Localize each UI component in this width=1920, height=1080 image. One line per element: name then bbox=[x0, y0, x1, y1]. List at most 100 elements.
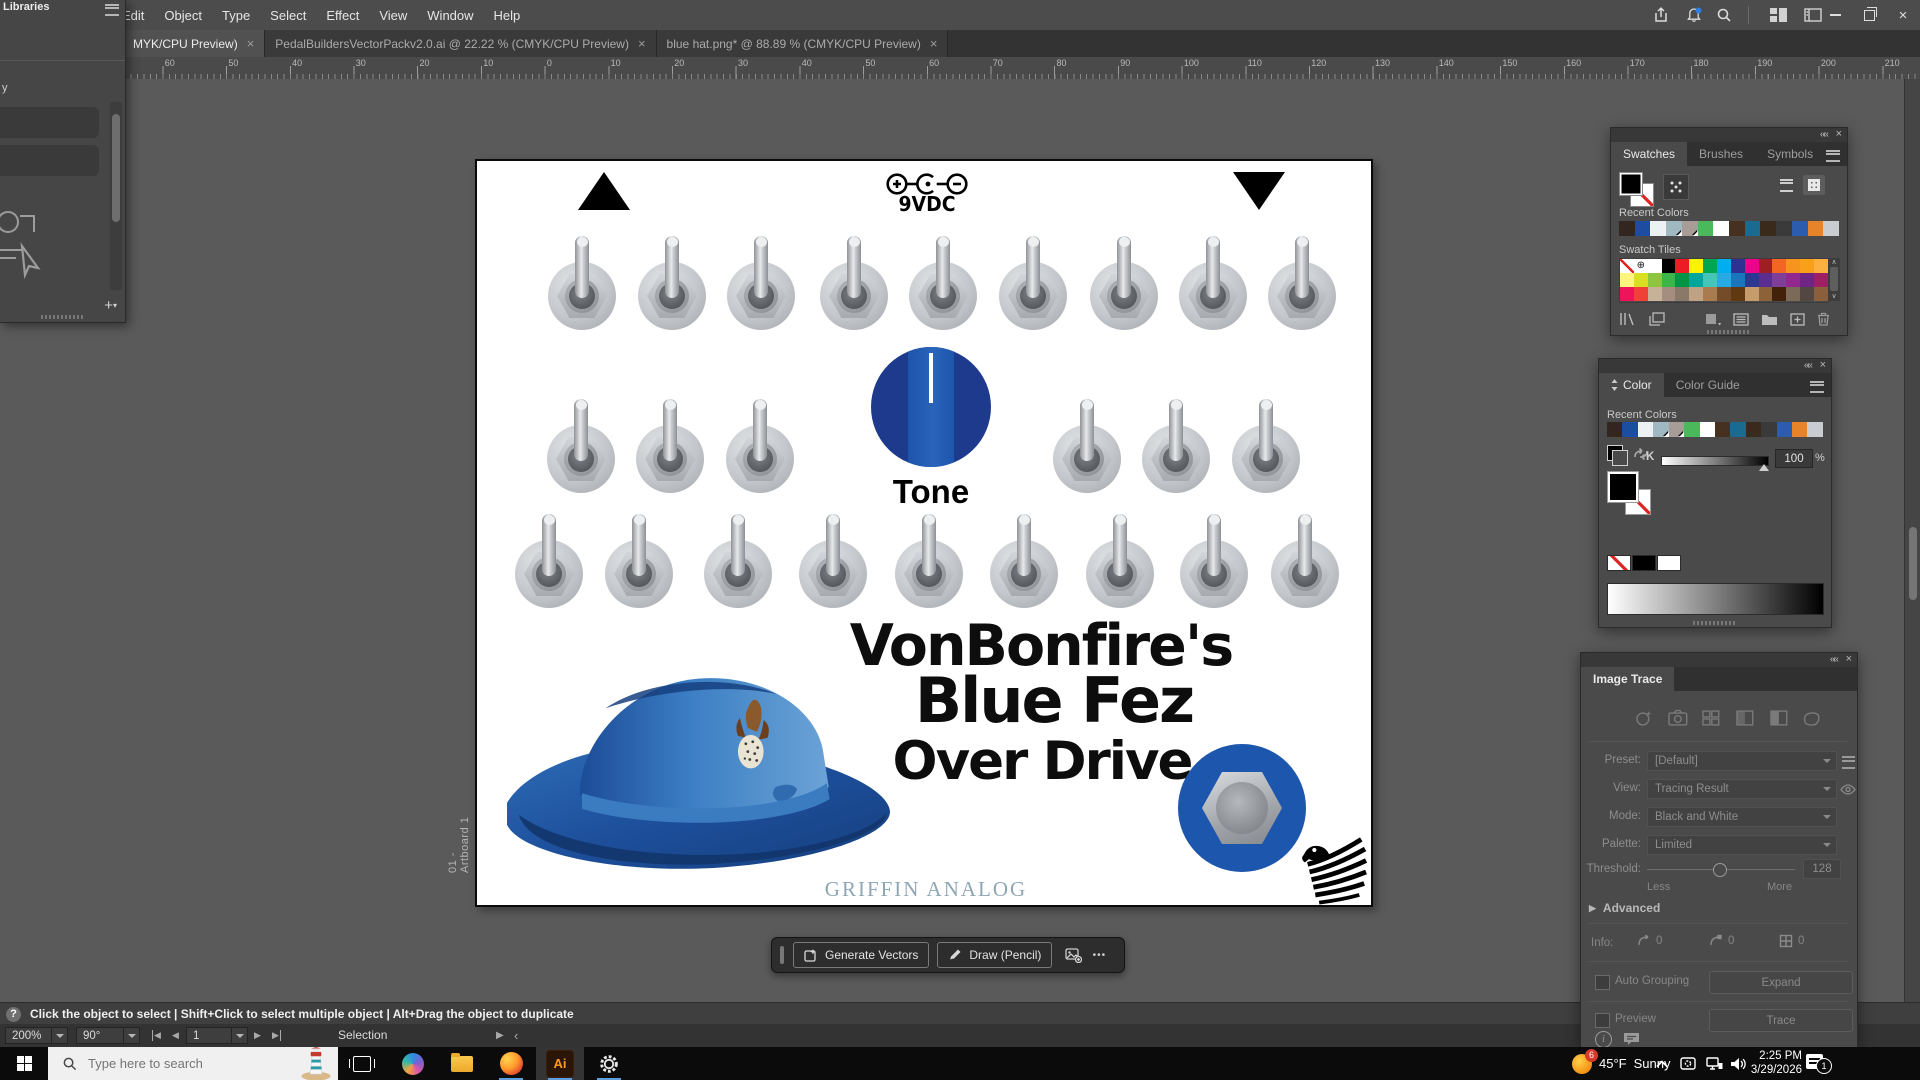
swatch-tile[interactable] bbox=[1759, 259, 1773, 273]
panel-resize-grip[interactable] bbox=[41, 315, 85, 319]
swatch-tile[interactable] bbox=[1662, 259, 1676, 273]
search-icon[interactable] bbox=[1714, 5, 1734, 25]
toggle-switch[interactable] bbox=[1053, 425, 1121, 493]
toggle-switch[interactable] bbox=[727, 262, 795, 330]
swatch-tile[interactable] bbox=[1703, 259, 1717, 273]
preset-menu-icon[interactable] bbox=[1842, 756, 1855, 769]
toggle-switch[interactable] bbox=[636, 425, 704, 493]
toggle-switch[interactable] bbox=[547, 425, 615, 493]
tab-color-guide[interactable]: Color Guide bbox=[1664, 373, 1752, 397]
zoom-level-select[interactable]: 200% bbox=[5, 1027, 68, 1044]
recent-color-swatch[interactable] bbox=[1745, 221, 1761, 236]
file-explorer-button[interactable] bbox=[438, 1047, 486, 1080]
rotation-dropdown-icon[interactable] bbox=[123, 1028, 139, 1043]
swatch-tile[interactable] bbox=[1675, 273, 1689, 287]
toggle-switch[interactable] bbox=[1179, 262, 1247, 330]
fill-stroke-indicator[interactable] bbox=[1619, 172, 1653, 206]
recent-color-swatch[interactable] bbox=[1650, 221, 1666, 236]
black-chip[interactable] bbox=[1632, 555, 1656, 571]
swatch-tile[interactable] bbox=[1620, 259, 1634, 273]
menu-type[interactable]: Type bbox=[212, 8, 260, 23]
network-icon[interactable] bbox=[1704, 1047, 1724, 1080]
menu-window[interactable]: Window bbox=[417, 8, 483, 23]
recent-color-swatch[interactable] bbox=[1807, 422, 1822, 437]
toggle-switch[interactable] bbox=[799, 540, 867, 608]
minimize-button[interactable] bbox=[1818, 0, 1852, 30]
threshold-handle[interactable] bbox=[1713, 863, 1727, 877]
panel-resize-grip[interactable] bbox=[1707, 330, 1751, 334]
document-tab-1[interactable]: MYK/CPU Preview)× bbox=[123, 30, 265, 57]
drag-handle[interactable] bbox=[780, 946, 784, 964]
tab-swatches[interactable]: Swatches bbox=[1611, 142, 1687, 166]
eye-icon[interactable] bbox=[1840, 784, 1856, 795]
fill-color-chip[interactable] bbox=[1607, 471, 1639, 503]
menu-effect[interactable]: Effect bbox=[316, 8, 369, 23]
firefox-button[interactable] bbox=[487, 1047, 535, 1080]
swatch-tile[interactable] bbox=[1634, 273, 1648, 287]
recent-color-swatch[interactable] bbox=[1792, 422, 1807, 437]
document-tab-2[interactable]: PedalBuildersVectorPackv2.0.ai @ 22.22 %… bbox=[265, 30, 656, 57]
menu-view[interactable]: View bbox=[369, 8, 417, 23]
generate-vectors-button[interactable]: Generate Vectors bbox=[793, 942, 929, 968]
feedback-icon[interactable] bbox=[1623, 1032, 1640, 1046]
clock[interactable]: 2:25 PM 3/29/2026 bbox=[1736, 1049, 1802, 1077]
close-panel-icon[interactable]: × bbox=[1836, 128, 1842, 140]
swatch-tile[interactable] bbox=[1745, 287, 1759, 301]
swatch-tile[interactable] bbox=[1675, 259, 1689, 273]
swatch-tile[interactable] bbox=[1786, 273, 1800, 287]
swatch-tile[interactable] bbox=[1745, 273, 1759, 287]
swatches-panel-header[interactable]: «« × bbox=[1611, 128, 1847, 142]
k-channel-slider[interactable] bbox=[1661, 456, 1769, 466]
toggle-switch[interactable] bbox=[999, 262, 1067, 330]
swatch-tile[interactable] bbox=[1800, 273, 1814, 287]
hex-nut-badge[interactable] bbox=[1178, 744, 1306, 872]
grayscale-spectrum-ramp[interactable] bbox=[1607, 583, 1824, 615]
toggle-switch[interactable] bbox=[820, 262, 888, 330]
contextual-taskbar[interactable]: Generate Vectors Draw (Pencil) ••• bbox=[771, 937, 1125, 973]
toggle-switch[interactable] bbox=[515, 540, 583, 608]
recent-color-swatch[interactable] bbox=[1700, 422, 1715, 437]
swatch-tile[interactable] bbox=[1689, 259, 1703, 273]
scroll-thumb[interactable] bbox=[1830, 267, 1838, 291]
recent-color-swatch[interactable] bbox=[1619, 221, 1635, 236]
outline-icon[interactable] bbox=[1801, 708, 1823, 728]
tab-symbols[interactable]: Symbols bbox=[1755, 142, 1825, 166]
swatch-tile[interactable] bbox=[1689, 273, 1703, 287]
swatch-tile[interactable] bbox=[1648, 259, 1662, 273]
taskbar-search[interactable] bbox=[48, 1047, 338, 1080]
status-menu-arrow[interactable]: ▶ bbox=[496, 1027, 504, 1044]
toggle-switch[interactable] bbox=[909, 262, 977, 330]
recent-color-swatch[interactable] bbox=[1746, 422, 1761, 437]
recent-color-swatch[interactable] bbox=[1653, 422, 1668, 437]
swatch-tile[interactable] bbox=[1675, 287, 1689, 301]
rotation-select[interactable]: 90° bbox=[76, 1027, 140, 1044]
swatch-tile[interactable] bbox=[1786, 287, 1800, 301]
recent-color-swatch[interactable] bbox=[1761, 422, 1776, 437]
toggle-switch[interactable] bbox=[1090, 262, 1158, 330]
tone-knob[interactable] bbox=[871, 347, 991, 467]
grayscale-icon[interactable] bbox=[1734, 708, 1756, 728]
collapse-panel-icon[interactable]: «« bbox=[1830, 654, 1837, 665]
libraries-scrollbar[interactable] bbox=[110, 102, 122, 290]
settings-button[interactable] bbox=[585, 1047, 633, 1080]
list-view-button[interactable] bbox=[1775, 175, 1797, 195]
start-button[interactable] bbox=[0, 1047, 48, 1080]
swatch-tile[interactable] bbox=[1717, 273, 1731, 287]
swatch-tiles-scrollbar[interactable]: ∧ ∨ bbox=[1828, 258, 1840, 301]
tab-close-icon[interactable]: × bbox=[247, 36, 255, 51]
swatch-tile[interactable] bbox=[1731, 259, 1745, 273]
menu-object[interactable]: Object bbox=[154, 8, 212, 23]
toggle-switch[interactable] bbox=[1232, 425, 1300, 493]
swatch-tile[interactable] bbox=[1648, 273, 1662, 287]
recent-color-swatch[interactable] bbox=[1730, 422, 1745, 437]
more-options-button[interactable]: ••• bbox=[1086, 943, 1112, 967]
close-panel-icon[interactable]: × bbox=[1820, 359, 1826, 371]
expand-button[interactable]: Expand bbox=[1709, 971, 1853, 994]
swatch-tile[interactable] bbox=[1814, 259, 1828, 273]
swatch-tile[interactable] bbox=[1689, 287, 1703, 301]
recent-color-swatch[interactable] bbox=[1682, 221, 1698, 236]
collapse-panel-icon[interactable]: «« bbox=[1820, 129, 1827, 140]
toggle-switch[interactable] bbox=[1268, 262, 1336, 330]
swatch-tile[interactable] bbox=[1814, 273, 1828, 287]
recent-color-swatch[interactable] bbox=[1666, 221, 1682, 236]
